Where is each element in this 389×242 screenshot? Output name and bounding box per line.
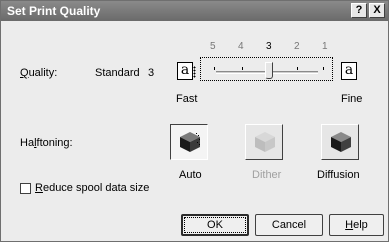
fine-quality-icon: a xyxy=(341,62,357,80)
halftone-auto-cube-icon xyxy=(180,132,200,152)
help-question-button[interactable]: ? xyxy=(351,3,367,18)
reduce-spool-label[interactable]: Reduce spool data size xyxy=(35,182,149,194)
slider-tick-1 xyxy=(323,67,324,70)
title-bar: Set Print Quality ? X xyxy=(1,1,388,21)
dialog-title: Set Print Quality xyxy=(7,4,101,18)
quality-scale-3: 3 xyxy=(266,41,272,52)
cancel-button[interactable]: Cancel xyxy=(255,214,323,236)
help-button[interactable]: Help xyxy=(329,214,384,236)
slider-tick-2 xyxy=(297,67,298,70)
fast-label: Fast xyxy=(176,93,198,105)
slider-tick-4 xyxy=(242,67,243,70)
quality-current-value: 3 xyxy=(148,67,155,79)
quality-label: Quality: xyxy=(20,67,58,79)
halftone-diffusion-cube-icon xyxy=(331,132,351,152)
fast-quality-icon: a xyxy=(177,62,196,80)
close-icon: X xyxy=(373,4,381,16)
halftone-auto-button[interactable] xyxy=(170,124,208,160)
question-mark-icon: ? xyxy=(355,4,363,16)
close-button[interactable]: X xyxy=(369,3,385,18)
quality-scale-4: 4 xyxy=(238,41,244,52)
halftone-auto-label: Auto xyxy=(179,169,202,181)
halftone-diffusion-label: Diffusion xyxy=(317,169,360,181)
quality-scale-5: 5 xyxy=(210,41,216,52)
reduce-spool-checkbox[interactable] xyxy=(20,183,31,194)
ok-button[interactable]: OK xyxy=(181,214,249,236)
set-print-quality-dialog: Set Print Quality ? X Quality: Standard … xyxy=(0,0,389,242)
halftone-dither-label: Dither xyxy=(252,169,282,181)
quality-current-name: Standard xyxy=(95,67,140,79)
halftone-dither-cube-icon xyxy=(255,132,275,152)
halftone-diffusion-button[interactable] xyxy=(321,124,359,160)
halftoning-label: Halftoning: xyxy=(20,137,73,149)
halftone-dither-button[interactable] xyxy=(245,124,283,160)
fine-label: Fine xyxy=(341,93,363,105)
quality-slider-thumb[interactable] xyxy=(265,62,273,79)
ok-button-label: OK xyxy=(184,217,246,233)
quality-scale-1: 1 xyxy=(322,41,328,52)
quality-scale-2: 2 xyxy=(294,41,300,52)
slider-tick-5 xyxy=(214,67,215,70)
